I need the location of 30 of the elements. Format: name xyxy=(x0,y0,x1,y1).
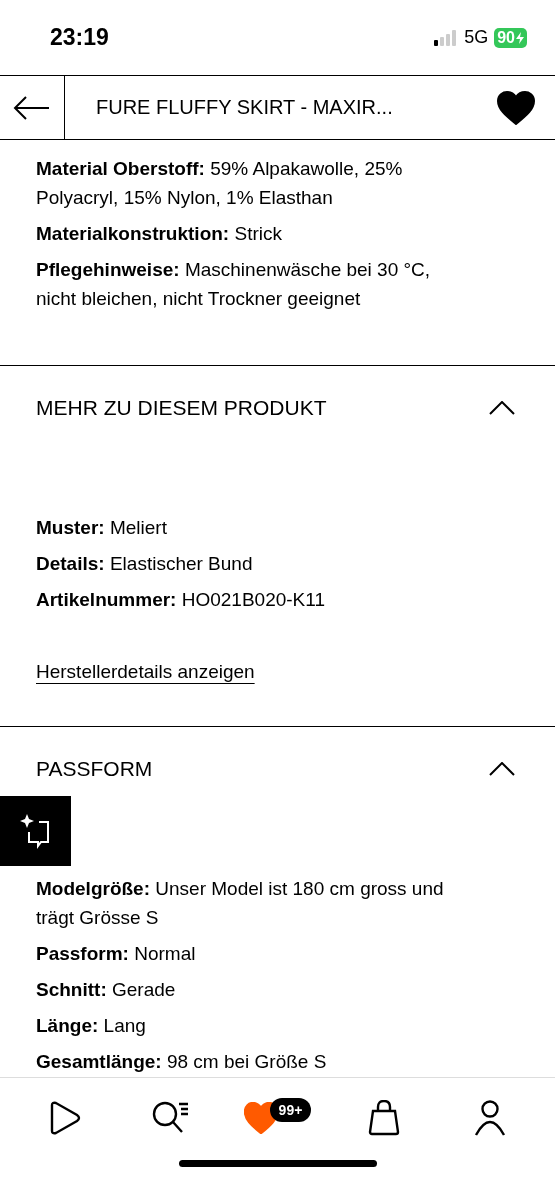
detail-text: Material Oberstoff: 59% Alpakawolle, 25% Polyacryl, 15% Nylon, 1% Elasthan xyxy=(36,157,404,210)
battery-level: 90 xyxy=(494,27,527,48)
manufacturer-link[interactable]: Herstellerdetails anzeigen xyxy=(36,661,255,683)
assistant-button[interactable] xyxy=(0,796,71,866)
detail-text: Passform: Normal xyxy=(36,942,197,966)
charging-bolt-icon xyxy=(516,31,524,44)
network-label: 5G xyxy=(464,27,489,48)
detail-text: Länge: Lang xyxy=(36,1014,147,1038)
detail-text: Gesamtlänge: 98 cm bei Größe S xyxy=(36,1050,328,1074)
detail-text: Materialkonstruktion: Strick xyxy=(36,222,283,246)
product-title: FURE FLUFFY SKIRT - MAXIR... xyxy=(95,96,394,119)
section-title[interactable]: PASSFORM xyxy=(36,757,153,781)
detail-text: Artikelnummer: HO021B020-K11 xyxy=(36,588,326,612)
search-icon[interactable] xyxy=(152,1101,191,1135)
shopping-bag-icon[interactable] xyxy=(367,1100,400,1136)
detail-text: Modelgröße: Unser Model ist 180 cm gross und trägt Grösse S xyxy=(36,877,445,930)
back-arrow-icon xyxy=(13,95,51,120)
chevron-icon[interactable] xyxy=(489,401,515,415)
play-icon[interactable] xyxy=(48,1101,83,1135)
signal-icon xyxy=(434,29,459,46)
detail-text: Schnitt: Gerade xyxy=(36,978,177,1002)
count-badge: 99+ xyxy=(269,1098,312,1122)
detail-text: Details: Elastischer Bund xyxy=(36,552,254,576)
status-time: 23:19 xyxy=(50,24,109,51)
chevron-icon[interactable] xyxy=(489,762,515,776)
detail-text: Muster: Meliert xyxy=(36,516,168,540)
detail-text: Pflegehinweise: Maschinenwäsche bei 30 °C, nicht bleichen, nicht Trockner geeignet xyxy=(36,258,432,311)
heart-icon[interactable] xyxy=(497,90,535,125)
section-title[interactable]: MEHR ZU DIESEM PRODUKT xyxy=(36,396,327,420)
profile-icon[interactable] xyxy=(473,1100,506,1136)
